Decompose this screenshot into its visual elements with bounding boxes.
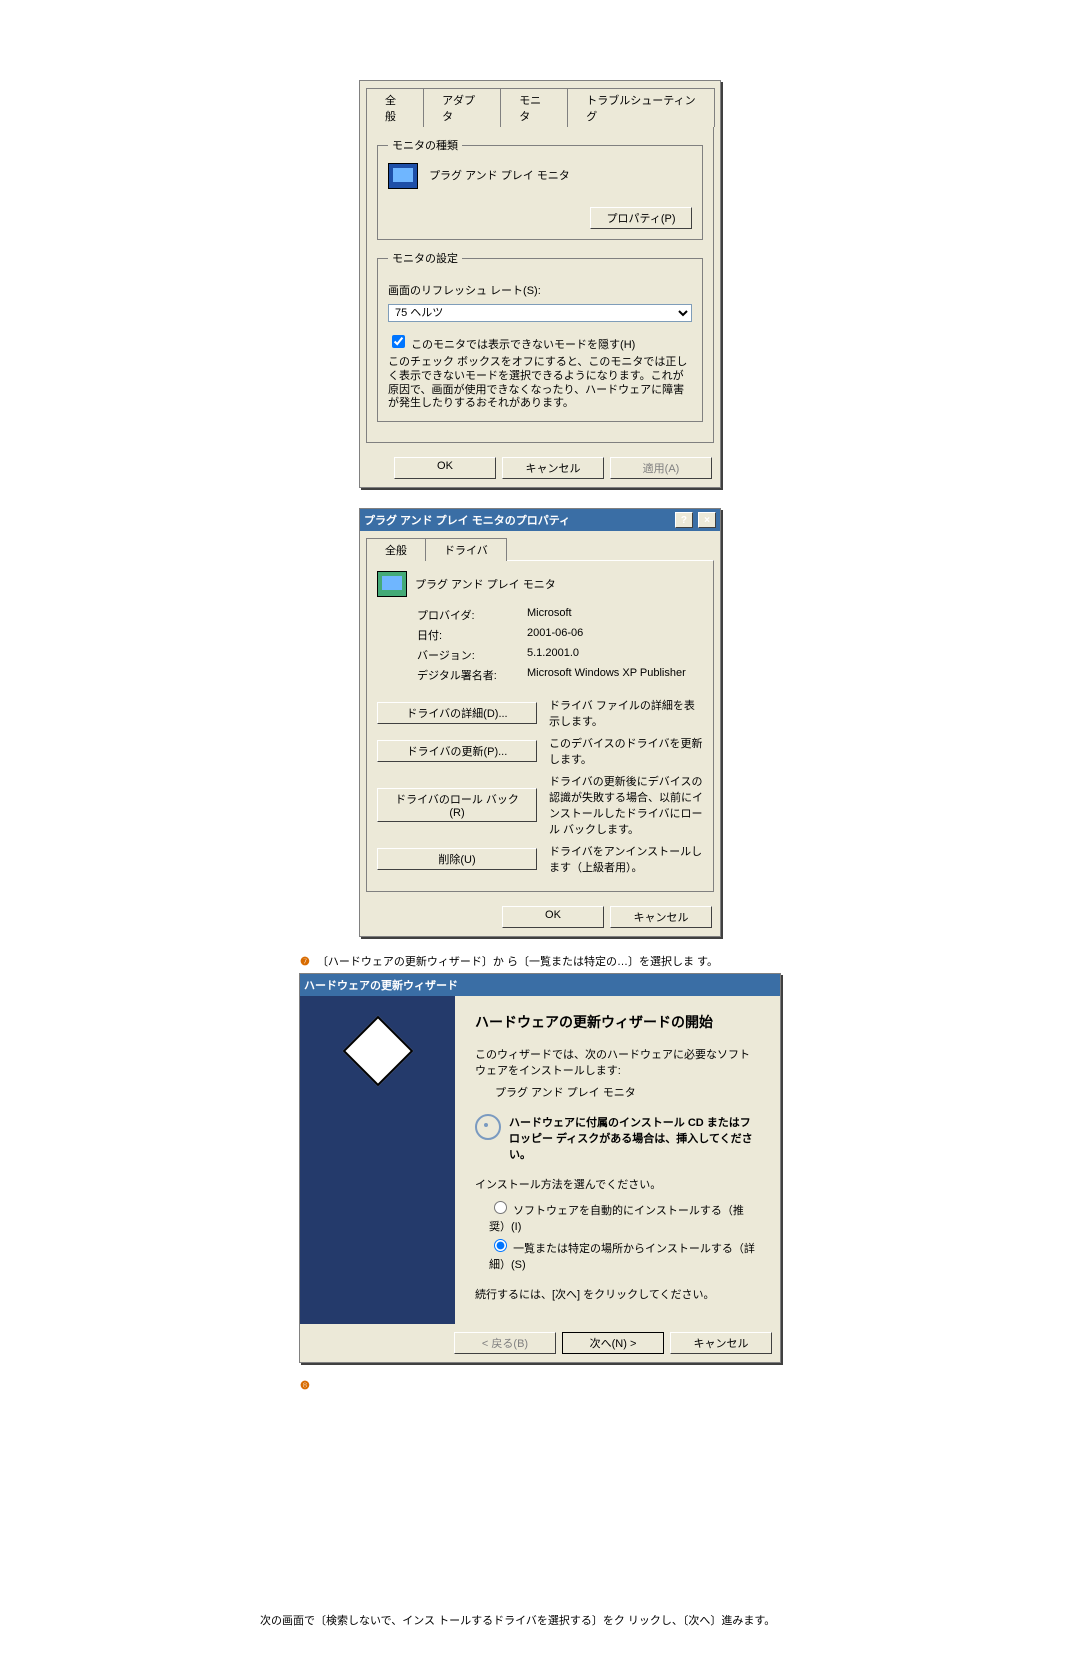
device-name: プラグ アンド プレイ モニタ — [415, 576, 556, 592]
cd-icon — [475, 1114, 501, 1140]
wizard-device: プラグ アンド プレイ モニタ — [495, 1084, 760, 1100]
display-properties-dialog: 全般 アダプタ モニタ トラブルシューティング モニタの種類 プラグ アンド プ… — [359, 80, 721, 488]
wizard-intro: このウィザードでは、次のハードウェアに必要なソフトウェアをインストールします: — [475, 1046, 760, 1078]
monitor-icon — [388, 163, 418, 189]
tab-monitor[interactable]: モニタ — [500, 88, 568, 127]
footer-instruction: 次の画面で〔検索しないで、インス トールするドライバを選択する〕をク リックし、… — [260, 1612, 820, 1628]
opt-list-label: 一覧または特定の場所からインストールする（詳細）(S) — [489, 1243, 755, 1271]
opt-auto-label: ソフトウェアを自動的にインストールする（推奨）(I) — [489, 1205, 744, 1233]
wizard-side-graphic — [300, 996, 455, 1324]
opt-list-radio[interactable] — [494, 1239, 507, 1252]
step-7-caption: ❼ 〔ハードウェアの更新ウィザード〕か ら〔一覧または特定の…〕を選択しま す。 — [300, 953, 780, 969]
date-key: 日付: — [417, 627, 527, 643]
cancel-button[interactable]: キャンセル — [502, 457, 604, 479]
driver-details-desc: ドライバ ファイルの詳細を表示します。 — [549, 697, 703, 729]
monitor-driver-dialog: プラグ アンド プレイ モニタのプロパティ ? × 全般 ドライバ プラグ アン… — [359, 508, 721, 937]
cancel-button[interactable]: キャンセル — [610, 906, 712, 928]
hide-modes-hint: このチェック ボックスをオフにすると、このモニタでは正しく表示できないモードを選… — [388, 356, 692, 411]
date-value: 2001-06-06 — [527, 627, 703, 643]
wizard-choose: インストール方法を選んでください。 — [475, 1176, 760, 1192]
close-icon[interactable]: × — [698, 512, 716, 528]
provider-key: プロバイダ: — [417, 607, 527, 623]
step-8-caption: ❽ — [300, 1379, 780, 1392]
tabs: 全般 アダプタ モニタ トラブルシューティング — [360, 81, 720, 126]
wizard-heading: ハードウェアの更新ウィザードの開始 — [475, 1012, 760, 1032]
ok-button[interactable]: OK — [394, 457, 496, 479]
monitor-settings-legend: モニタの設定 — [388, 250, 462, 266]
apply-button[interactable]: 適用(A) — [610, 457, 712, 479]
window-title: プラグ アンド プレイ モニタのプロパティ — [364, 512, 570, 528]
signer-key: デジタル署名者: — [417, 667, 527, 683]
back-button[interactable]: < 戻る(B) — [454, 1332, 556, 1354]
tab-troubleshoot[interactable]: トラブルシューティング — [567, 88, 715, 127]
hardware-update-wizard: ハードウェアの更新ウィザード ハードウェアの更新ウィザードの開始 このウィザード… — [299, 973, 781, 1363]
refresh-rate-select[interactable]: 75 ヘルツ — [388, 304, 692, 322]
wizard-icon — [342, 1016, 413, 1087]
cancel-button[interactable]: キャンセル — [670, 1332, 772, 1354]
driver-uninstall-button[interactable]: 削除(U) — [377, 848, 537, 870]
step-8-number: ❽ — [300, 1380, 310, 1392]
provider-value: Microsoft — [527, 607, 703, 623]
help-icon[interactable]: ? — [675, 512, 693, 528]
driver-rollback-desc: ドライバの更新後にデバイスの認識が失敗する場合、以前にインストールしたドライバに… — [549, 773, 703, 837]
driver-rollback-button[interactable]: ドライバのロール バック(R) — [377, 788, 537, 822]
hide-modes-checkbox-input[interactable] — [392, 335, 405, 348]
driver-update-desc: このデバイスのドライバを更新します。 — [549, 735, 703, 767]
properties-button[interactable]: プロパティ(P) — [590, 207, 692, 229]
hide-modes-checkbox-label: このモニタでは表示できないモードを隠す(H) — [411, 339, 635, 351]
driver-update-button[interactable]: ドライバの更新(P)... — [377, 740, 537, 762]
version-key: バージョン: — [417, 647, 527, 663]
window-title: ハードウェアの更新ウィザード — [304, 977, 458, 993]
titlebar: ハードウェアの更新ウィザード — [300, 974, 780, 996]
tab-adapter[interactable]: アダプタ — [423, 88, 501, 127]
version-value: 5.1.2001.0 — [527, 647, 703, 663]
tab-general[interactable]: 全般 — [366, 538, 426, 561]
monitor-name: プラグ アンド プレイ モニタ — [429, 170, 570, 182]
opt-auto[interactable]: ソフトウェアを自動的にインストールする（推奨）(I) — [489, 1198, 760, 1234]
hide-modes-checkbox[interactable]: このモニタでは表示できないモードを隠す(H) — [388, 339, 635, 351]
refresh-rate-label: 画面のリフレッシュ レート(S): — [388, 282, 692, 298]
monitor-type-legend: モニタの種類 — [388, 137, 462, 153]
driver-uninstall-desc: ドライバをアンインストールします（上級者用）。 — [549, 843, 703, 875]
wizard-continue: 続行するには、[次へ] をクリックしてください。 — [475, 1286, 760, 1302]
step-7-text: 〔ハードウェアの更新ウィザード〕か ら〔一覧または特定の…〕を選択しま す。 — [317, 956, 718, 968]
tab-general[interactable]: 全般 — [366, 88, 424, 127]
tab-driver[interactable]: ドライバ — [425, 538, 507, 561]
next-button[interactable]: 次へ(N) > — [562, 1332, 664, 1354]
monitor-type-group: モニタの種類 プラグ アンド プレイ モニタ プロパティ(P) — [377, 137, 703, 240]
signer-value: Microsoft Windows XP Publisher — [527, 667, 703, 683]
opt-list[interactable]: 一覧または特定の場所からインストールする（詳細）(S) — [489, 1236, 760, 1272]
ok-button[interactable]: OK — [502, 906, 604, 928]
wizard-cd-hint: ハードウェアに付属のインストール CD またはフロッピー ディスクがある場合は、… — [509, 1114, 760, 1162]
opt-auto-radio[interactable] — [494, 1201, 507, 1214]
titlebar: プラグ アンド プレイ モニタのプロパティ ? × — [360, 509, 720, 531]
step-7-number: ❼ — [300, 956, 310, 968]
driver-details-button[interactable]: ドライバの詳細(D)... — [377, 702, 537, 724]
monitor-settings-group: モニタの設定 画面のリフレッシュ レート(S): 75 ヘルツ このモニタでは表… — [377, 250, 703, 422]
